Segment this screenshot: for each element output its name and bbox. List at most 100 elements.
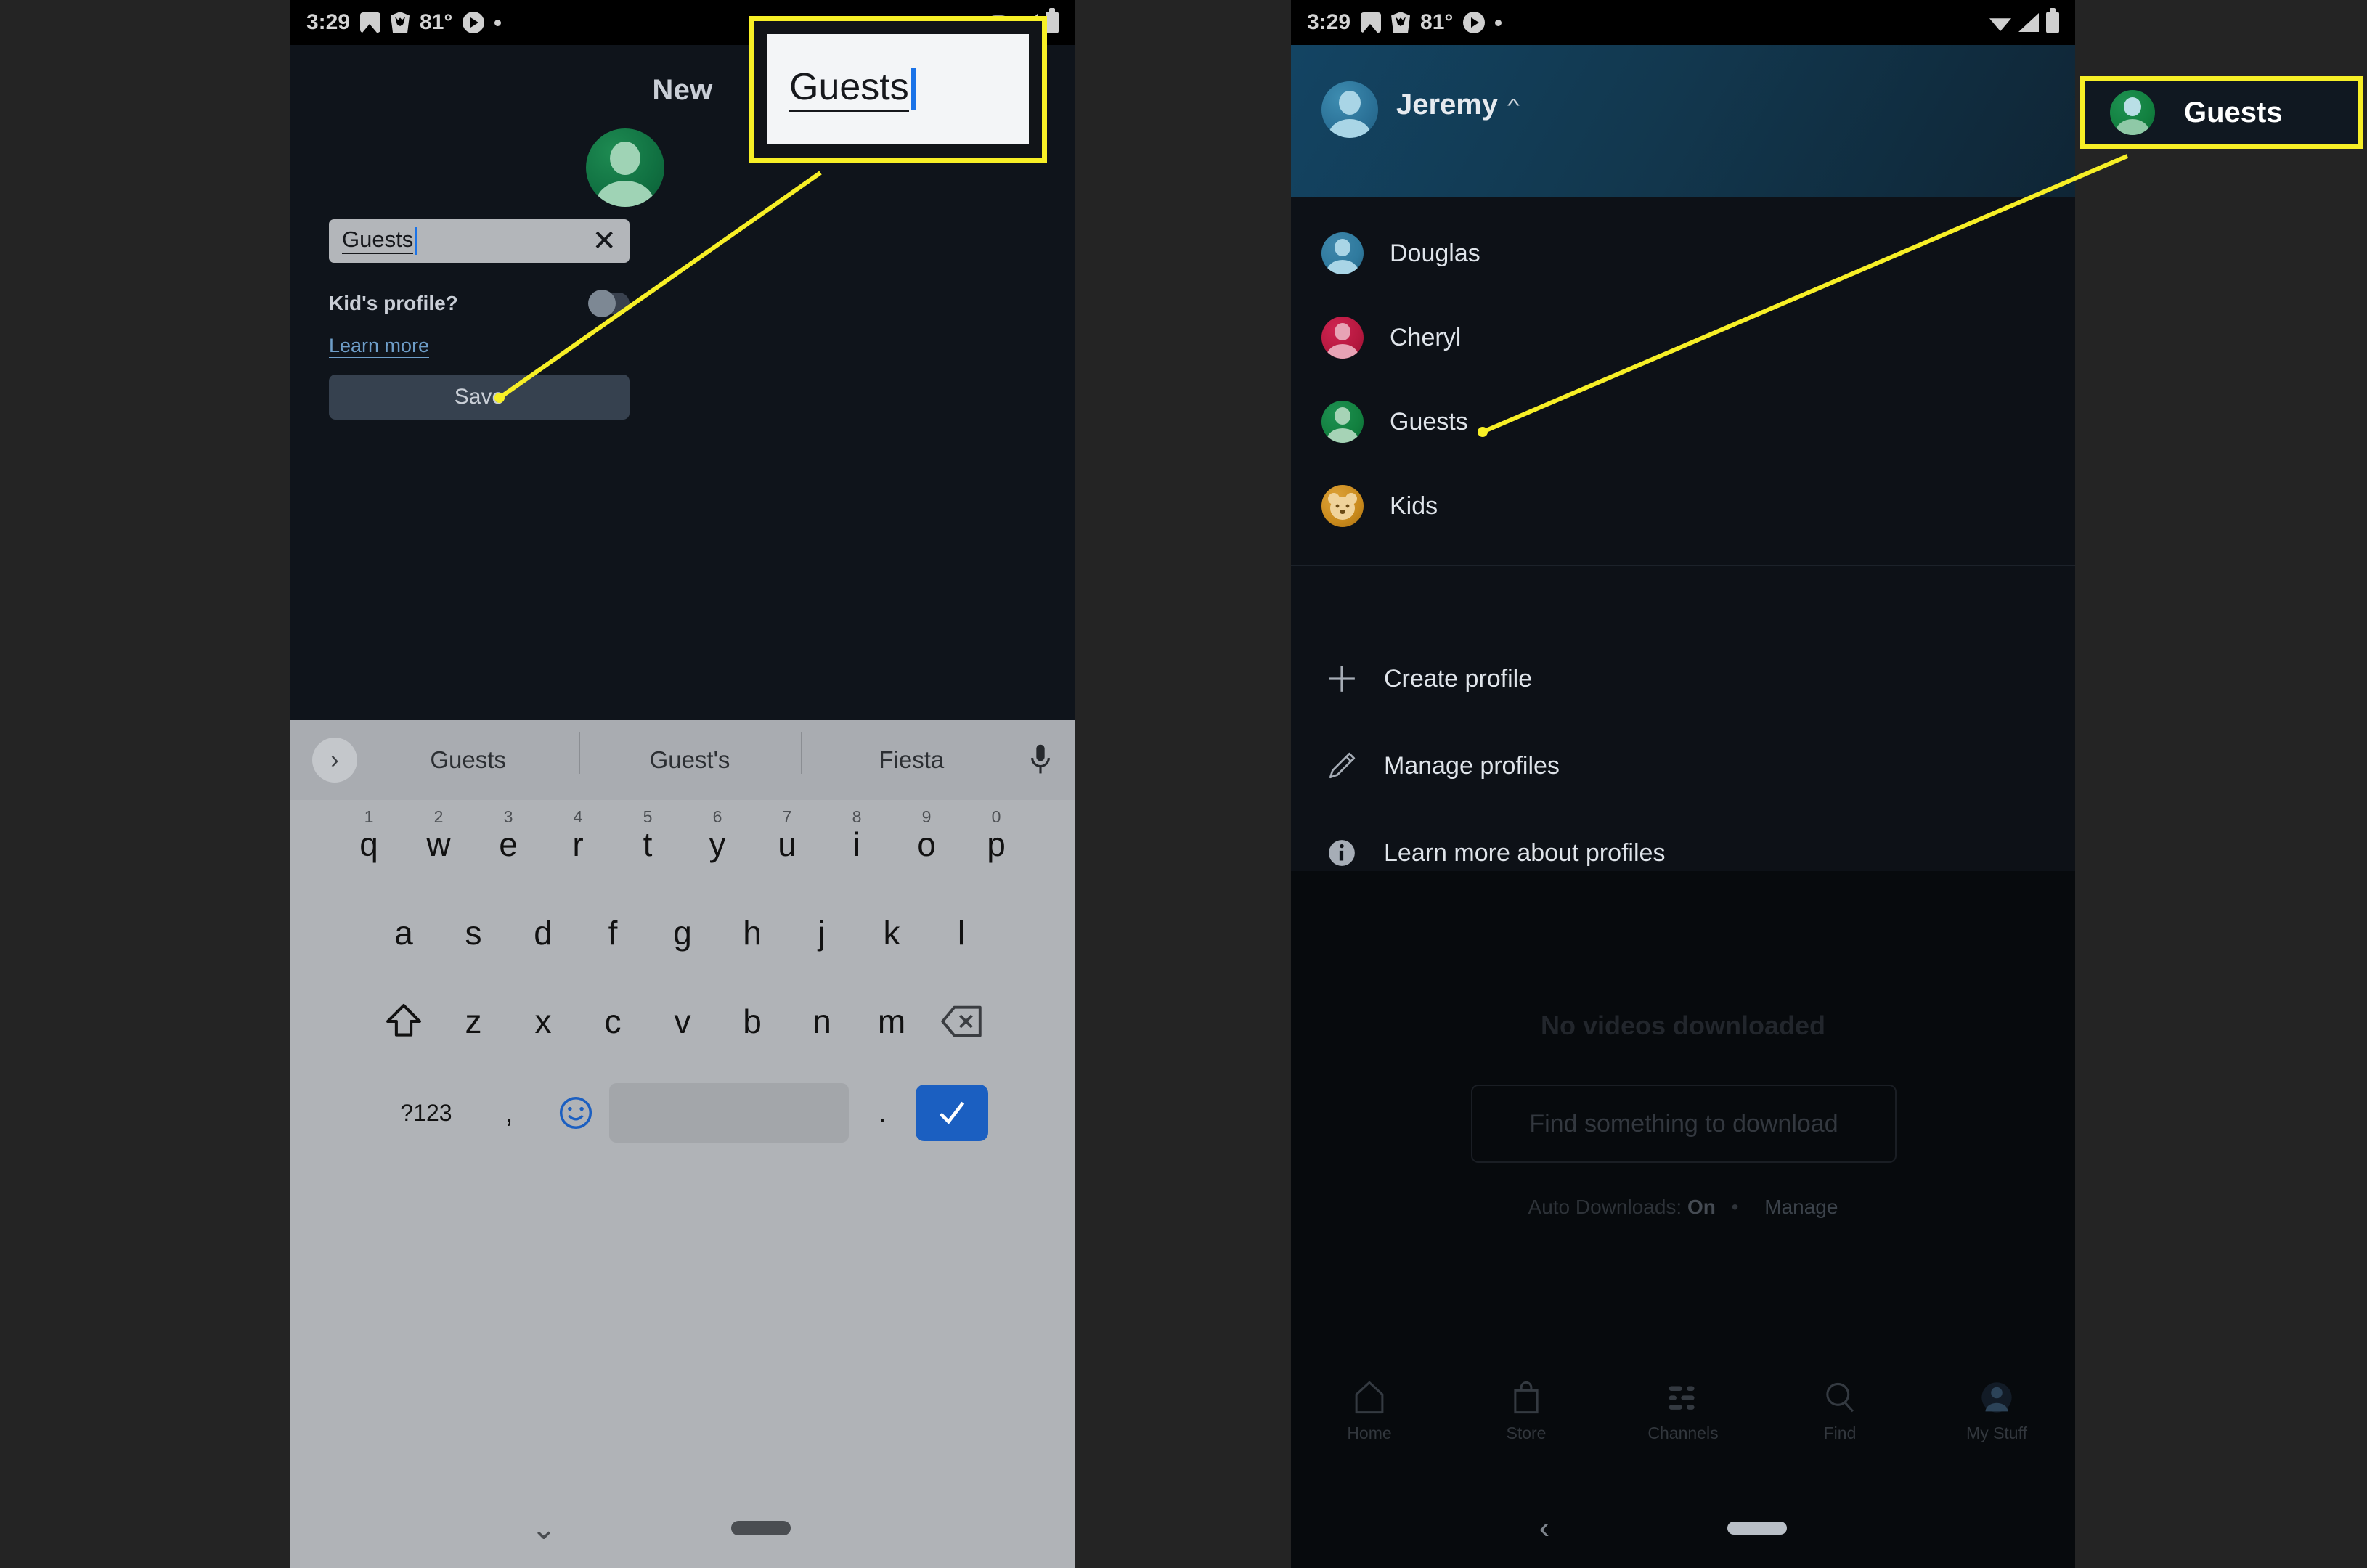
keyboard-row-1: 1q 2w 3e 4r 5t 6y 7u 8i 9o 0p <box>290 800 1075 889</box>
key-b[interactable]: b <box>717 981 787 1061</box>
profile-name-input[interactable]: Guests ✕ <box>329 219 630 263</box>
suggestion-2[interactable]: Fiesta <box>800 732 1022 774</box>
key-num: 9 <box>921 807 932 826</box>
profile-row-kids[interactable]: Kids <box>1321 485 1699 527</box>
key-label: u <box>778 825 797 863</box>
emoji-smiley-icon[interactable] <box>542 1073 609 1153</box>
key-h[interactable]: h <box>717 893 787 973</box>
battery-icon <box>2046 8 2059 33</box>
key-k[interactable]: k <box>857 893 926 973</box>
profile-row-guests[interactable]: Guests <box>1321 401 1699 443</box>
key-label: r <box>572 825 584 863</box>
period-key[interactable]: . <box>849 1073 916 1153</box>
key-d[interactable]: d <box>508 893 578 973</box>
key-label: w <box>426 825 451 863</box>
key-f[interactable]: f <box>578 893 648 973</box>
backspace-icon[interactable] <box>926 981 996 1061</box>
account-header[interactable]: Jeremy ^ <box>1291 45 2075 197</box>
channels-list-icon <box>1669 1385 1695 1410</box>
left-phone-screenshot: 3:29 81° New Guests ✕ Kid's profile? Lea… <box>290 0 1075 1568</box>
key-t[interactable]: 5t <box>613 804 683 884</box>
key-num: 7 <box>782 807 792 826</box>
nav-item-home[interactable]: Home <box>1291 1380 1448 1443</box>
key-l[interactable]: l <box>926 893 996 973</box>
profile-avatar-icon <box>1321 232 1364 274</box>
key-e[interactable]: 3e <box>473 804 543 884</box>
key-i[interactable]: 8i <box>822 804 892 884</box>
find-something-button[interactable]: Find something to download <box>1471 1085 1897 1163</box>
close-x-icon[interactable]: ✕ <box>592 226 616 256</box>
keyboard-system-nav: ⌄ <box>290 1488 1075 1568</box>
key-x[interactable]: x <box>508 981 578 1061</box>
suggestion-0[interactable]: Guests <box>357 746 579 774</box>
keyboard-row-2: a s d f g h j k l <box>290 889 1075 977</box>
pencil-icon <box>1321 751 1362 781</box>
my-stuff-avatar-icon <box>1981 1381 2012 1413</box>
chevron-right-icon[interactable]: › <box>312 738 357 783</box>
shift-arrow-icon[interactable] <box>369 981 439 1061</box>
auto-downloads-label: Auto Downloads: <box>1528 1196 1682 1218</box>
profile-avatar-icon <box>1321 317 1364 359</box>
right-phone-screenshot: 3:29 81° No videos downloaded Find somet… <box>1291 0 2075 1568</box>
suggestion-strip: › Guests Guest's Fiesta <box>290 720 1075 800</box>
key-label: y <box>709 825 726 863</box>
key-n[interactable]: n <box>787 981 857 1061</box>
menu-item-create-profile[interactable]: Create profile <box>1321 657 1975 701</box>
brave-icon <box>391 12 410 33</box>
key-c[interactable]: c <box>578 981 648 1061</box>
key-w[interactable]: 2w <box>404 804 473 884</box>
comma-key[interactable]: , <box>476 1073 542 1153</box>
callout-zoom-name-field: Guests <box>749 16 1047 163</box>
nav-item-channels[interactable]: Channels <box>1605 1380 1761 1443</box>
home-pill-indicator[interactable] <box>1727 1522 1788 1535</box>
learn-more-link[interactable]: Learn more <box>329 334 430 359</box>
play-icon <box>1463 12 1486 33</box>
nav-item-find[interactable]: Find <box>1761 1380 1918 1443</box>
info-circle-icon <box>1321 838 1362 868</box>
home-pill-indicator[interactable] <box>730 1521 791 1535</box>
android-keyboard[interactable]: › Guests Guest's Fiesta 1q 2w 3e 4r 5t 6… <box>290 720 1075 1568</box>
suggestion-1[interactable]: Guest's <box>579 732 800 774</box>
key-o[interactable]: 9o <box>892 804 961 884</box>
key-num: 5 <box>643 807 653 826</box>
status-bar-right: 3:29 81° <box>1291 0 2075 45</box>
key-num: 8 <box>852 807 862 826</box>
profile-name: Guests <box>1390 407 1468 436</box>
key-q[interactable]: 1q <box>334 804 404 884</box>
symbols-key[interactable]: ?123 <box>377 1073 476 1153</box>
sheet-divider <box>1291 565 2075 566</box>
kid-profile-toggle[interactable] <box>588 290 630 317</box>
key-label: i <box>852 825 861 863</box>
signal-icon <box>2018 13 2039 32</box>
profile-row-douglas[interactable]: Douglas <box>1321 232 1699 274</box>
brave-icon <box>1391 12 1411 33</box>
menu-item-learn-more-about-profiles[interactable]: Learn more about profiles <box>1321 831 1975 875</box>
nav-item-my-stuff[interactable]: My Stuff <box>1918 1380 2075 1443</box>
key-v[interactable]: v <box>648 981 717 1061</box>
save-button[interactable]: Save <box>329 375 630 420</box>
key-g[interactable]: g <box>648 893 717 973</box>
chevron-up-icon[interactable]: ^ <box>1507 94 1520 115</box>
key-r[interactable]: 4r <box>543 804 613 884</box>
photos-icon <box>1361 12 1382 33</box>
key-p[interactable]: 0p <box>961 804 1031 884</box>
key-z[interactable]: z <box>439 981 508 1061</box>
profile-avatar-icon[interactable] <box>586 128 664 207</box>
manage-link[interactable]: Manage <box>1764 1196 1838 1218</box>
key-s[interactable]: s <box>439 893 508 973</box>
key-j[interactable]: j <box>787 893 857 973</box>
nav-item-store[interactable]: Store <box>1448 1380 1605 1443</box>
microphone-icon[interactable] <box>1028 739 1053 781</box>
space-key[interactable] <box>609 1083 849 1143</box>
store-bag-icon <box>1514 1381 1539 1413</box>
menu-item-manage-profiles[interactable]: Manage profiles <box>1321 744 1975 788</box>
back-chevron-icon[interactable]: ‹ <box>1539 1510 1550 1546</box>
key-m[interactable]: m <box>857 981 926 1061</box>
key-y[interactable]: 6y <box>683 804 752 884</box>
callout-zoom-guests-profile: Guests <box>2080 76 2363 149</box>
profile-row-cheryl[interactable]: Cheryl <box>1321 317 1699 359</box>
checkmark-icon[interactable] <box>916 1085 988 1141</box>
key-u[interactable]: 7u <box>752 804 822 884</box>
key-a[interactable]: a <box>369 893 439 973</box>
chevron-down-icon[interactable]: ⌄ <box>531 1511 556 1546</box>
